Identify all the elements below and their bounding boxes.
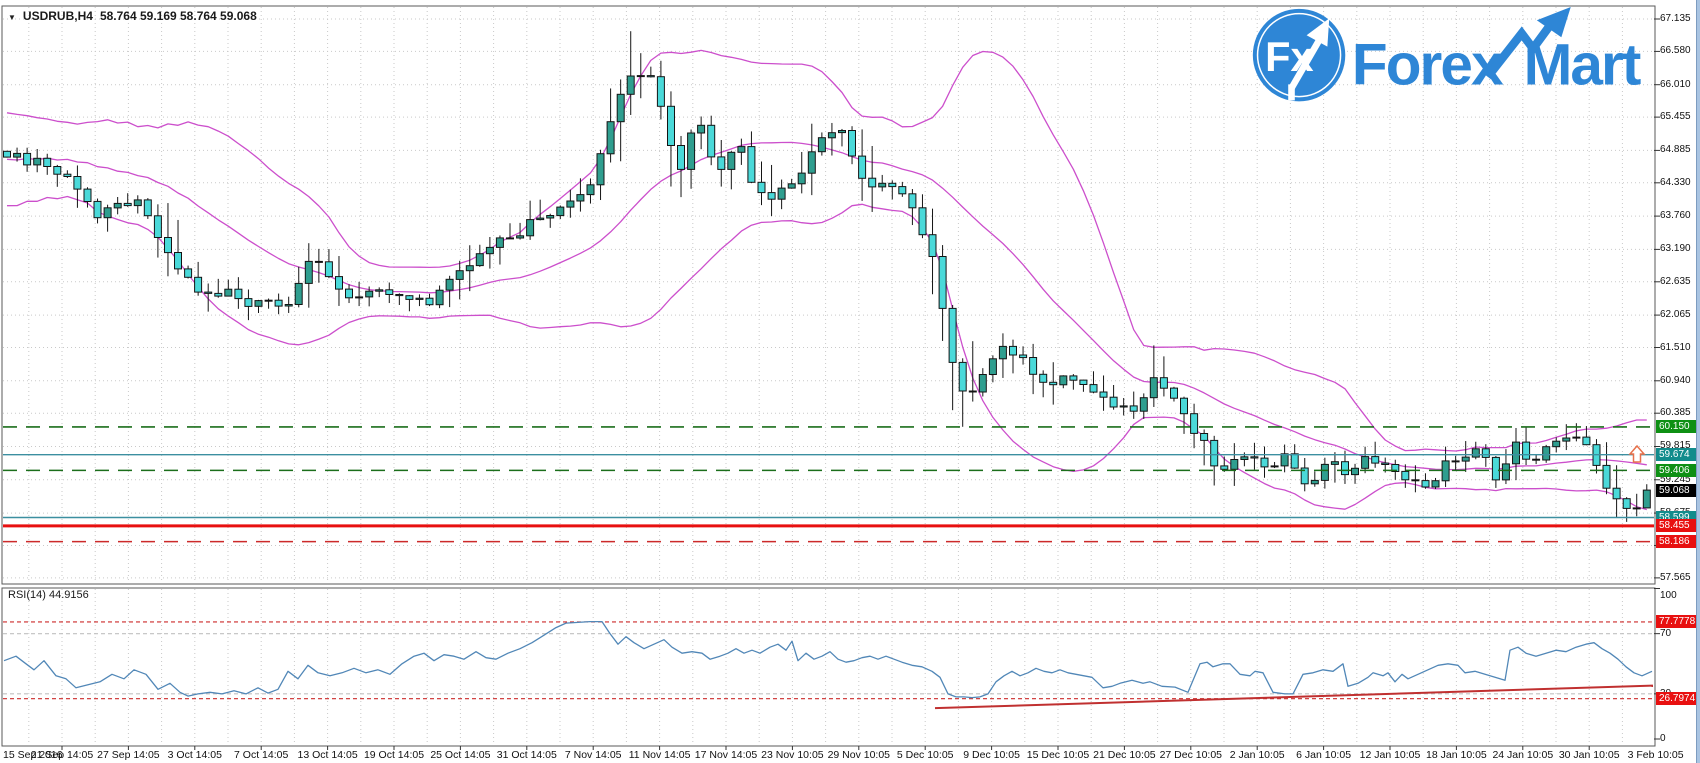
time-axis-label: 15 Dec 10:05: [1026, 749, 1090, 761]
time-axis-label: 18 Jan 10:05: [1426, 749, 1487, 761]
price-level-badge: 60.150: [1656, 420, 1699, 433]
time-axis-label: 3 Feb 10:05: [1627, 749, 1684, 761]
price-tick-label: 62.065: [1660, 309, 1691, 320]
rsi-tick-label: 0: [1660, 733, 1666, 744]
fx-circle-icon: Fx: [1252, 8, 1346, 102]
price-tick-label: 63.760: [1660, 210, 1691, 221]
price-tick-label: 66.010: [1660, 79, 1691, 90]
time-axis-label: 17 Nov 14:05: [694, 749, 758, 761]
price-tick-label: 60.385: [1660, 407, 1691, 418]
rsi-level-badge: 26.7974: [1656, 692, 1699, 705]
price-tick-label: 57.565: [1660, 572, 1691, 583]
time-axis-label: 25 Oct 14:05: [430, 749, 491, 761]
time-axis-label: 21 Dec 10:05: [1093, 749, 1156, 761]
time-axis-label: 27 Sep 14:05: [97, 749, 160, 761]
price-level-badge: 58.186: [1656, 535, 1699, 548]
symbol-label: USDRUB,H4: [22, 9, 93, 23]
price-tick-label: 67.135: [1660, 13, 1691, 24]
time-axis-label: 9 Dec 10:05: [963, 749, 1020, 761]
time-axis-label: 30 Jan 10:05: [1558, 749, 1620, 761]
time-axis-label: 31 Oct 14:05: [496, 749, 557, 761]
time-axis-label: 21 Sep 14:05: [30, 749, 94, 761]
time-axis-label: 7 Oct 14:05: [234, 749, 289, 761]
price-level-badge: 59.068: [1656, 484, 1699, 497]
price-level-badge: 59.406: [1656, 464, 1699, 477]
window-edge-scroll-strip[interactable]: [1696, 0, 1700, 763]
price-tick-label: 61.510: [1660, 342, 1691, 353]
time-axis-label: 3 Oct 14:05: [167, 749, 222, 761]
price-tick-label: 64.330: [1660, 177, 1691, 188]
price-tick-label: 62.635: [1660, 276, 1691, 287]
rsi-tick-label: 70: [1660, 628, 1672, 639]
time-axis-label: 11 Nov 14:05: [628, 749, 691, 761]
rsi-indicator-label: RSI(14) 44.9156: [8, 589, 89, 601]
rsi-tick-label: 100: [1660, 590, 1677, 601]
time-axis-label: 19 Oct 14:05: [363, 749, 425, 761]
time-axis-label: 27 Dec 10:05: [1159, 749, 1223, 761]
time-axis-label: 12 Jan 10:05: [1359, 749, 1421, 761]
time-axis-label: 29 Nov 10:05: [827, 749, 891, 761]
chart-canvas[interactable]: [0, 0, 1700, 763]
logo-text-forex: Forex: [1352, 32, 1504, 97]
price-level-badge: 58.455: [1656, 519, 1699, 532]
time-axis-label: 13 Oct 14:05: [297, 749, 358, 761]
time-axis-label: 7 Nov 14:05: [564, 749, 622, 761]
price-tick-label: 66.580: [1660, 45, 1691, 56]
price-tick-label: 63.190: [1660, 243, 1691, 254]
time-axis-label: 6 Jan 10:05: [1296, 749, 1352, 761]
price-level-badge: 59.674: [1656, 448, 1699, 461]
price-tick-label: 65.455: [1660, 111, 1691, 122]
time-axis-label: 23 Nov 10:05: [761, 749, 824, 761]
forexmart-logo: Fx Forex Mart: [1250, 5, 1650, 109]
time-axis-label: 5 Dec 10:05: [896, 749, 954, 761]
price-tick-label: 64.885: [1660, 144, 1691, 155]
price-tick-label: 60.940: [1660, 375, 1691, 386]
chart-title-bar: ▼ USDRUB,H4 58.764 59.169 58.764 59.068: [8, 9, 257, 23]
symbol-dropdown-icon[interactable]: ▼: [8, 13, 16, 22]
time-axis-label: 24 Jan 10:05: [1492, 749, 1554, 761]
rsi-level-badge: 77.7778: [1656, 615, 1699, 628]
time-axis-label: 2 Jan 10:05: [1229, 749, 1285, 761]
ohlc-readout: 58.764 59.169 58.764 59.068: [99, 9, 257, 23]
